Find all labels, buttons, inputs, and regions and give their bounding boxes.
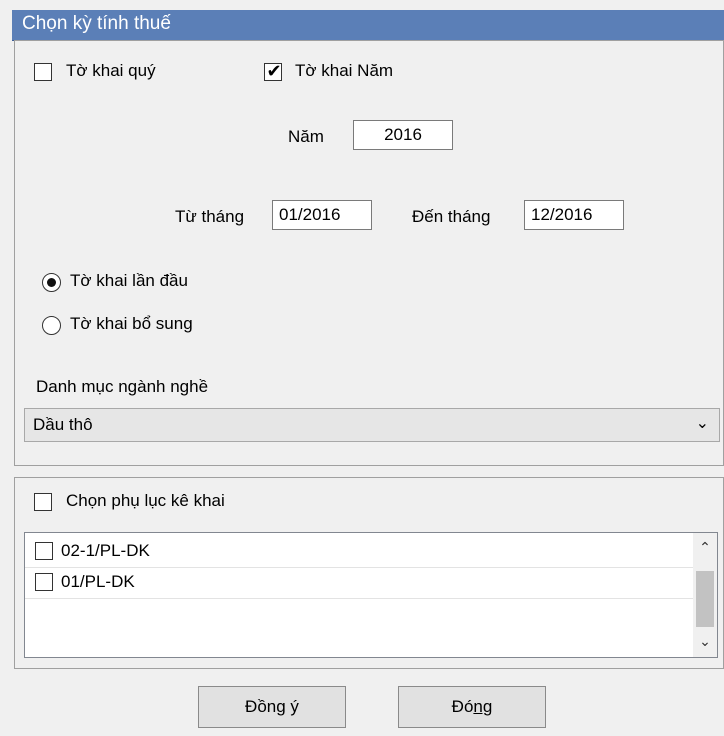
tax-period-group xyxy=(14,40,724,466)
list-item[interactable]: 01/PL-DK xyxy=(25,568,693,599)
scrollbar-thumb[interactable] xyxy=(696,571,714,627)
from-month-field[interactable]: 01/2016 xyxy=(272,200,372,230)
appendix-label: Chọn phụ lục kê khai xyxy=(66,491,225,510)
industry-selected-value: Dầu thô xyxy=(33,415,93,434)
industry-select[interactable]: Dầu thô ⌄ xyxy=(24,408,720,442)
list-item[interactable]: 02-1/PL-DK xyxy=(25,537,693,568)
dialog-title-bar: Chọn kỳ tính thuế xyxy=(12,10,724,41)
year-field[interactable]: 2016 xyxy=(353,120,453,150)
annual-label: Tờ khai Năm xyxy=(295,61,394,80)
appendix-item-label: 02-1/PL-DK xyxy=(61,541,150,560)
appendix-item-checkbox[interactable] xyxy=(35,573,53,591)
close-button[interactable]: Đóng xyxy=(398,686,546,728)
chevron-up-icon[interactable]: ⌃ xyxy=(693,537,717,559)
radio-selected-dot xyxy=(47,278,56,287)
supplement-declaration-radio[interactable] xyxy=(42,316,61,335)
from-month-label: Từ tháng xyxy=(175,207,245,226)
appendix-item-label: 01/PL-DK xyxy=(61,572,135,591)
ok-button[interactable]: Đồng ý xyxy=(198,686,346,728)
check-mark-icon: ✔ xyxy=(266,61,282,82)
appendix-select-all-checkbox[interactable] xyxy=(34,493,52,511)
supplement-declaration-label: Tờ khai bổ sung xyxy=(70,314,193,333)
chevron-down-icon: ⌄ xyxy=(695,413,709,432)
year-label: Năm xyxy=(288,127,324,146)
appendix-list[interactable]: 02-1/PL-DK 01/PL-DK ⌃ ⌄ xyxy=(24,532,718,658)
first-declaration-radio[interactable] xyxy=(42,273,61,292)
dialog-title: Chọn kỳ tính thuế xyxy=(22,13,171,34)
to-month-field[interactable]: 12/2016 xyxy=(524,200,624,230)
chevron-down-icon[interactable]: ⌄ xyxy=(693,631,717,653)
vertical-scrollbar[interactable]: ⌃ ⌄ xyxy=(693,533,717,657)
appendix-item-checkbox[interactable] xyxy=(35,542,53,560)
to-month-label: Đến tháng xyxy=(412,207,491,226)
quarterly-label: Tờ khai quý xyxy=(66,61,156,80)
quarterly-checkbox[interactable] xyxy=(34,63,52,81)
first-declaration-label: Tờ khai lần đầu xyxy=(70,271,188,290)
annual-checkbox[interactable]: ✔ xyxy=(264,61,282,82)
industry-label: Danh mục ngành nghề xyxy=(36,377,209,396)
